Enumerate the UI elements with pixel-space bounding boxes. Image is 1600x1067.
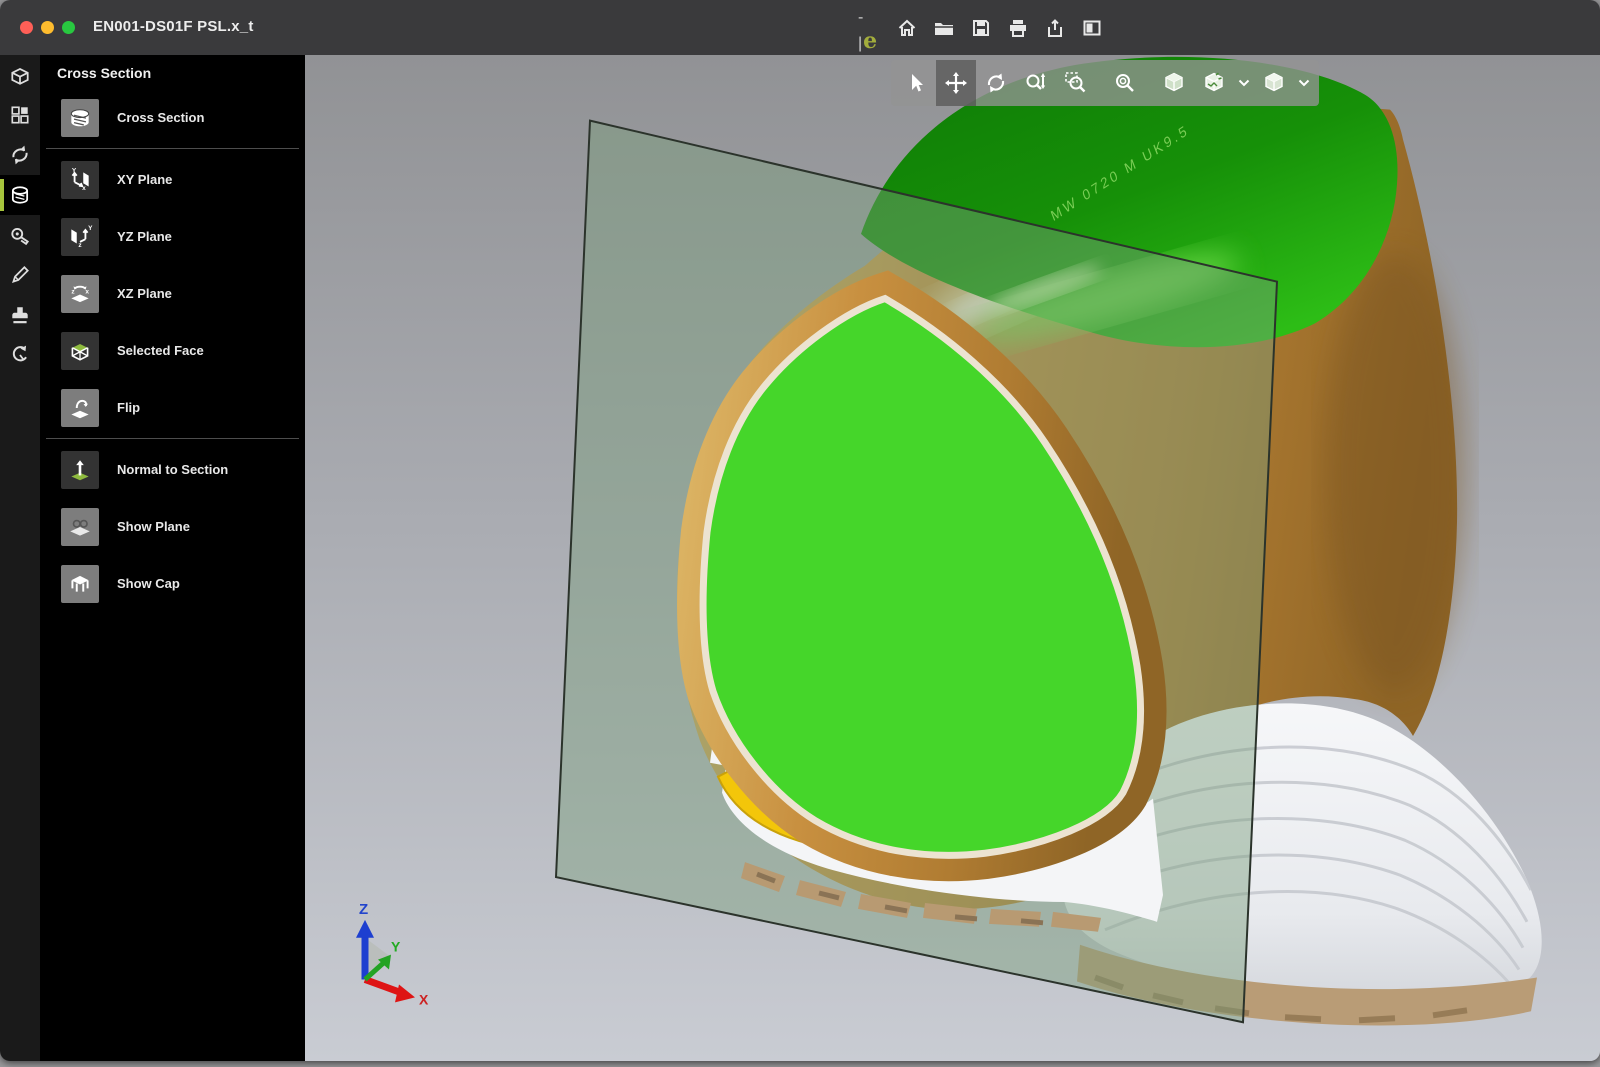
triad-y-label: Y [391, 939, 401, 955]
measure-tool-icon[interactable] [0, 215, 40, 255]
home-icon[interactable] [895, 16, 919, 40]
display-mode-dropdown-icon[interactable] [1294, 60, 1314, 106]
shoe-model-scene: MW 0720 M UK9.5 [305, 55, 1600, 1061]
cross-section-panel: Cross Section Cross Section Yx XY Plane … [40, 55, 305, 1061]
markup-tool-icon[interactable] [0, 255, 40, 295]
item-label: Normal to Section [117, 462, 228, 477]
display-mode-tool[interactable] [1254, 60, 1294, 106]
xy-plane-icon: Yx [61, 161, 99, 199]
pan-tool[interactable] [936, 60, 976, 106]
panel-title: Cross Section [57, 65, 305, 81]
close-button[interactable] [20, 21, 33, 34]
model-tool-icon[interactable] [0, 55, 40, 95]
minimize-button[interactable] [41, 21, 54, 34]
flip-item[interactable]: Flip [40, 379, 305, 436]
yz-plane-icon: Yz [61, 218, 99, 256]
item-label: XZ Plane [117, 286, 172, 301]
orientation-triad: Z Y X [356, 901, 429, 1007]
show-plane-icon [61, 508, 99, 546]
zoom-button[interactable] [62, 21, 75, 34]
zoom-area-tool[interactable] [1056, 60, 1096, 106]
app-window: EN001-DS01F PSL.x_t -|e [0, 0, 1600, 1061]
triad-z-label: Z [359, 901, 368, 918]
title-bar: EN001-DS01F PSL.x_t -|e [0, 0, 1600, 55]
xz-plane-item[interactable]: zx XZ Plane [40, 265, 305, 322]
edrawings-logo-icon: -|e [858, 16, 882, 40]
stamp-tool-icon[interactable] [0, 295, 40, 335]
toggle-panel-icon[interactable] [1080, 16, 1104, 40]
svg-text:Y: Y [88, 224, 93, 231]
named-views-tool[interactable] [1194, 60, 1234, 106]
show-cap-item[interactable]: Show Cap [40, 555, 305, 612]
cross-section-icon [61, 99, 99, 137]
svg-text:x: x [82, 184, 86, 191]
divider [46, 438, 299, 439]
animate-tool-icon[interactable] [0, 135, 40, 175]
window-title: EN001-DS01F PSL.x_t [93, 18, 254, 35]
xz-plane-icon: zx [61, 275, 99, 313]
item-label: Selected Face [117, 343, 204, 358]
selected-face-icon [61, 332, 99, 370]
triad-x-label: X [419, 991, 429, 1007]
rotate-tool[interactable] [976, 60, 1016, 106]
show-cap-icon [61, 565, 99, 603]
normal-to-section-item[interactable]: Normal to Section [40, 441, 305, 498]
titlebar-toolbar: -|e [858, 0, 1104, 55]
svg-text:z: z [71, 288, 75, 295]
flip-icon [61, 389, 99, 427]
cross-section-tool-icon[interactable] [0, 175, 40, 215]
view-orientation-tool[interactable] [1154, 60, 1194, 106]
normal-to-section-icon [61, 451, 99, 489]
svg-text:z: z [78, 241, 82, 248]
item-label: Cross Section [117, 110, 204, 125]
zoom-fit-tool[interactable] [1105, 60, 1145, 106]
cross-section-item[interactable]: Cross Section [40, 89, 305, 146]
named-views-dropdown-icon[interactable] [1234, 60, 1254, 106]
reset-tool-icon[interactable] [0, 335, 40, 375]
divider [46, 148, 299, 149]
item-label: YZ Plane [117, 229, 172, 244]
item-label: Show Cap [117, 576, 180, 591]
item-label: Flip [117, 400, 140, 415]
viewport-3d[interactable]: MW 0720 M UK9.5 [305, 55, 1600, 1061]
item-label: Show Plane [117, 519, 190, 534]
show-plane-item[interactable]: Show Plane [40, 498, 305, 555]
components-tool-icon[interactable] [0, 95, 40, 135]
svg-text:Y: Y [72, 167, 77, 174]
item-label: XY Plane [117, 172, 172, 187]
share-icon[interactable] [1043, 16, 1067, 40]
yz-plane-item[interactable]: Yz YZ Plane [40, 208, 305, 265]
print-icon[interactable] [1006, 16, 1030, 40]
selected-face-item[interactable]: Selected Face [40, 322, 305, 379]
save-icon[interactable] [969, 16, 993, 40]
select-tool[interactable] [896, 60, 936, 106]
xy-plane-item[interactable]: Yx XY Plane [40, 151, 305, 208]
open-folder-icon[interactable] [932, 16, 956, 40]
zoom-in-out-tool[interactable] [1016, 60, 1056, 106]
viewport-toolbar [891, 60, 1319, 106]
svg-text:x: x [85, 288, 89, 295]
left-tool-strip [0, 55, 40, 1061]
